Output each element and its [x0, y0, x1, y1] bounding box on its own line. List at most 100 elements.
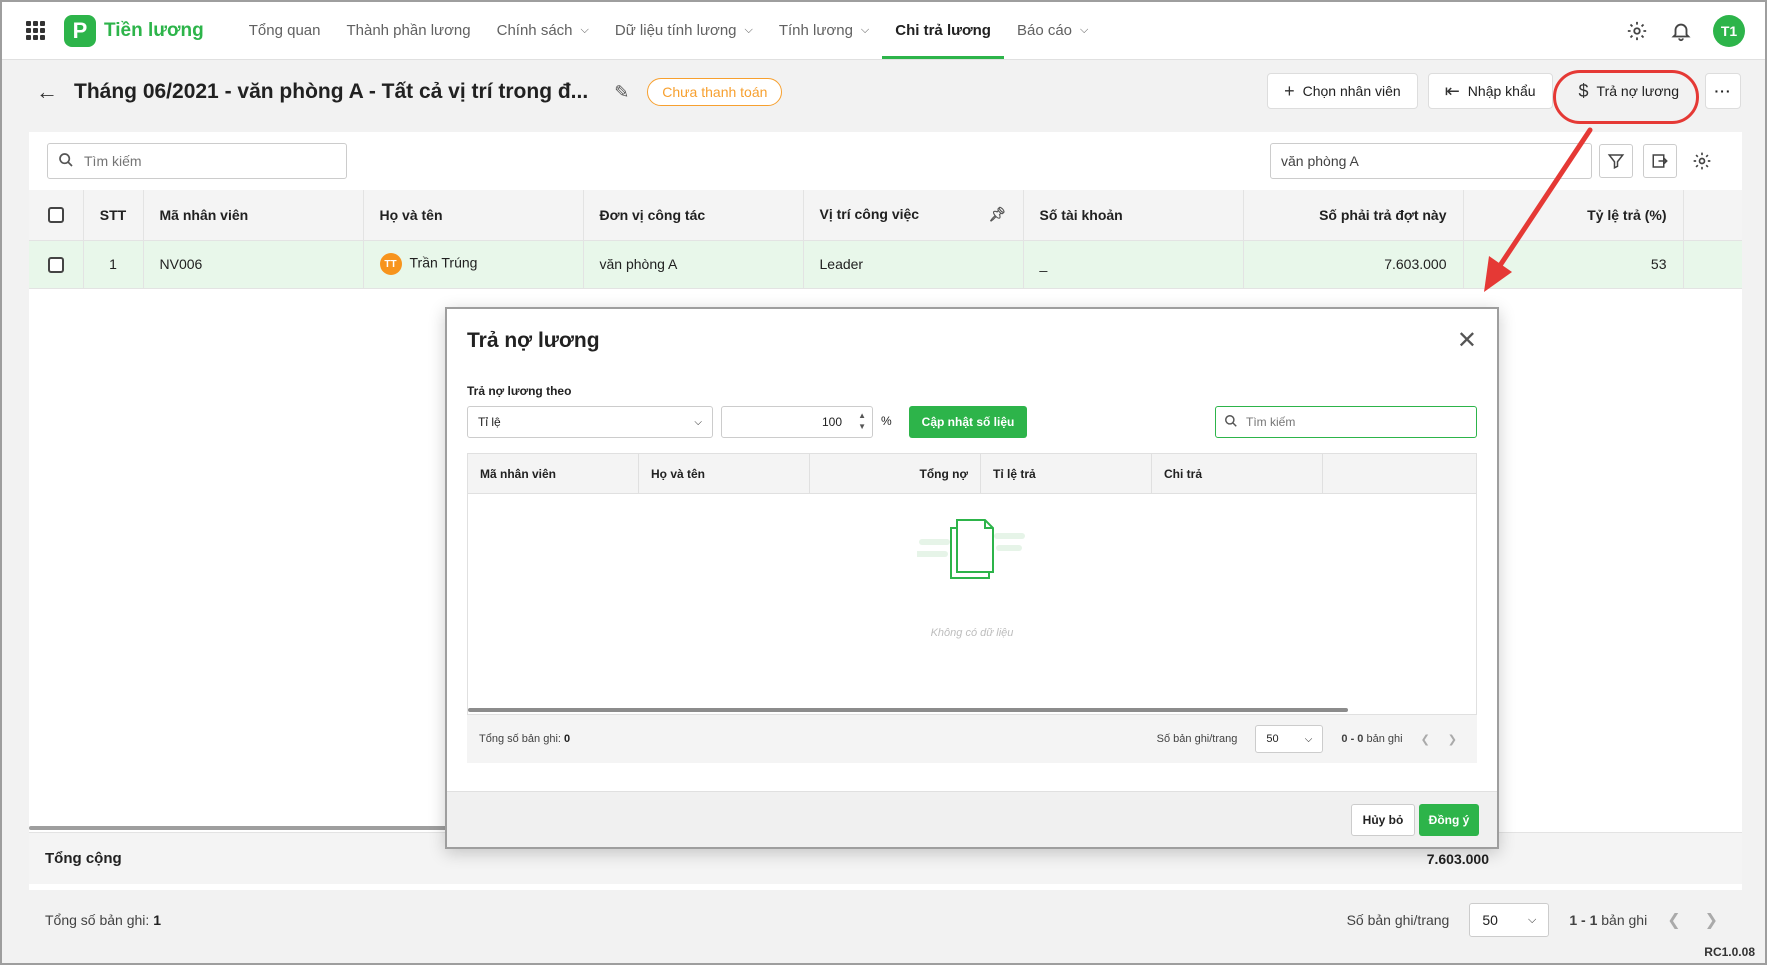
debt-repay-dialog: Trả nợ lương ✕ Trả nợ lương theo Tỉ lệ ⌵ …	[445, 307, 1499, 849]
unit-filter-input[interactable]: văn phòng A	[1270, 143, 1592, 179]
dialog-table-header: Mã nhân viên Họ và tên Tổng nợ Tỉ lệ trả…	[468, 454, 1476, 494]
total-records-label: Tổng số bản ghi:	[479, 733, 561, 745]
cell-employee-name: TT Trần Trúng	[363, 240, 584, 289]
chevron-down-icon: ⌵	[1080, 24, 1089, 36]
column-header[interactable]: Mã nhân viên	[468, 454, 639, 493]
record-range: 0 - 0 bản ghi	[1341, 733, 1402, 745]
nav-label: Thành phần lương	[346, 22, 471, 39]
import-button[interactable]: ⇤ Nhập khẩu	[1427, 73, 1553, 109]
page-header: ← Tháng 06/2021 - văn phòng A - Tất cả v…	[2, 61, 1765, 123]
nav-item-policy[interactable]: Chính sách ⌵	[484, 2, 602, 59]
close-icon[interactable]: ✕	[1457, 329, 1477, 353]
percent-sign: %	[881, 414, 892, 428]
nav-item-payout[interactable]: Chi trả lương	[882, 2, 1004, 59]
dialog-horizontal-scrollbar[interactable]	[468, 708, 1348, 712]
chevron-down-icon[interactable]: ▼	[858, 421, 866, 432]
repay-by-value: Tỉ lệ	[478, 415, 501, 429]
record-range-value: 1 - 1	[1569, 912, 1598, 928]
column-header[interactable]: Tổng nợ	[810, 454, 981, 493]
export-icon[interactable]	[1643, 144, 1677, 178]
cell-account: _	[1023, 240, 1244, 289]
pagination: Số bản ghi/trang 50 ⌵ 1 - 1 bản ghi ❮ ❯	[1347, 903, 1718, 937]
empty-state: Không có dữ liệu	[468, 514, 1476, 639]
select-all-header[interactable]	[29, 190, 84, 241]
cell-employee-code: NV006	[143, 240, 364, 289]
dialog-pagination: Tổng số bản ghi: 0 Số bản ghi/trang 50 ⌵ 0…	[467, 715, 1477, 763]
repay-by-label: Trả nợ lương theo	[467, 384, 572, 398]
row-select-cell[interactable]	[29, 240, 84, 289]
column-header[interactable]: Số phải trả đợt này	[1243, 190, 1464, 241]
record-range-suffix: bản ghi	[1601, 912, 1648, 928]
search-input[interactable]: Tìm kiếm	[47, 143, 347, 179]
import-icon: ⇤	[1444, 80, 1460, 101]
chevron-left-icon[interactable]: ❮	[1667, 910, 1680, 930]
cancel-button[interactable]: Hủy bỏ	[1351, 804, 1415, 836]
cell-amount: 7.603.000	[1243, 240, 1464, 289]
back-arrow-icon[interactable]: ←	[36, 79, 58, 105]
dialog-search-placeholder: Tìm kiếm	[1246, 415, 1296, 429]
nav-item-calculate[interactable]: Tính lương ⌵	[766, 2, 882, 59]
record-range: 1 - 1 bản ghi	[1569, 912, 1647, 928]
nav-label: Chính sách	[496, 22, 573, 39]
button-label: Chọn nhân viên	[1302, 83, 1401, 99]
empty-document-icon	[914, 519, 1025, 579]
chevron-left-icon[interactable]: ❮	[1421, 733, 1430, 746]
column-header[interactable]: Chi trả	[1152, 454, 1323, 493]
nav-item-payroll-data[interactable]: Dữ liệu tính lương ⌵	[602, 2, 766, 59]
nav-item-overview[interactable]: Tổng quan	[236, 2, 334, 59]
pencil-icon[interactable]: ✎	[614, 82, 629, 103]
gear-icon[interactable]	[1625, 19, 1649, 43]
pin-icon[interactable]: 📌︎	[989, 206, 1007, 223]
app-name[interactable]: Tiền lương	[104, 20, 204, 42]
chevron-right-icon[interactable]: ❯	[1448, 733, 1457, 746]
add-employee-button[interactable]: + Chọn nhân viên	[1267, 73, 1418, 109]
column-header[interactable]: Họ và tên	[363, 190, 584, 241]
chevron-down-icon: ⌵	[1528, 913, 1537, 926]
app-logo[interactable]: P	[64, 14, 96, 47]
ratio-stepper[interactable]: 100 ▲ ▼	[721, 406, 873, 438]
chevron-down-icon: ⌵	[860, 24, 870, 36]
nav-label: Tính lương	[778, 22, 853, 39]
table-row[interactable]: 1 NV006 TT Trần Trúng văn phòng A Leader …	[29, 240, 1742, 289]
update-data-button[interactable]: Cập nhật số liệu	[909, 406, 1027, 438]
repay-by-select[interactable]: Tỉ lệ ⌵	[467, 406, 713, 438]
nav-item-salary-components[interactable]: Thành phần lương	[333, 2, 483, 59]
chevron-up-icon[interactable]: ▲	[858, 410, 866, 421]
column-header[interactable]: Họ và tên	[639, 454, 810, 493]
column-header[interactable]: Đơn vị công tác	[583, 190, 804, 241]
select-all-checkbox[interactable]	[47, 207, 64, 224]
column-header[interactable]: Mã nhân viên	[143, 190, 364, 241]
app-grid-icon[interactable]	[26, 20, 46, 41]
user-avatar[interactable]: T1	[1713, 15, 1745, 47]
cell-spacer	[1683, 240, 1742, 289]
filter-icon[interactable]	[1599, 144, 1633, 178]
payout-table: STT Mã nhân viên Họ và tên Đơn vị công t…	[29, 190, 1742, 289]
total-records-count: 0	[563, 733, 571, 745]
dialog-table: Mã nhân viên Họ và tên Tổng nợ Tỉ lệ trả…	[467, 453, 1477, 715]
column-header[interactable]: STT	[83, 190, 144, 241]
chevron-down-icon: ⌵	[744, 24, 753, 36]
dialog-pager-right: Số bản ghi/trang 50 ⌵ 0 - 0 bản ghi ❮ ❯	[1157, 725, 1457, 753]
dialog-footer: Hủy bỏ Đồng ý	[447, 791, 1497, 847]
chevron-right-icon[interactable]: ❯	[1705, 910, 1718, 930]
column-header[interactable]: Số tài khoản	[1023, 190, 1244, 241]
column-header[interactable]: Vị trí công việc 📌︎	[803, 190, 1024, 241]
stepper-arrows[interactable]: ▲ ▼	[858, 410, 866, 432]
column-header[interactable]: Tỉ lệ trả	[981, 454, 1152, 493]
settings-icon[interactable]	[1685, 144, 1719, 178]
confirm-button[interactable]: Đồng ý	[1419, 804, 1479, 836]
page-size-select[interactable]: 50 ⌵	[1469, 903, 1550, 937]
nav-label: Dữ liệu tính lương	[614, 22, 737, 39]
nav-label: Chi trả lương	[895, 22, 991, 39]
page-title: Tháng 06/2021 - văn phòng A - Tất cả vị …	[74, 80, 589, 103]
horizontal-scrollbar[interactable]	[29, 826, 449, 830]
more-options-button[interactable]: ···	[1705, 73, 1741, 109]
bell-icon[interactable]	[1669, 19, 1693, 43]
column-header[interactable]: Tỷ lệ trả (%)	[1463, 190, 1684, 241]
row-checkbox[interactable]	[47, 256, 64, 273]
page-size-label: Số bản ghi/trang	[1156, 733, 1238, 745]
page-size-value: 50	[1266, 733, 1279, 745]
nav-item-reports[interactable]: Báo cáo ⌵	[1004, 2, 1101, 59]
dialog-search-input[interactable]: Tìm kiếm	[1215, 406, 1477, 438]
dialog-page-size-select[interactable]: 50 ⌵	[1255, 725, 1324, 753]
